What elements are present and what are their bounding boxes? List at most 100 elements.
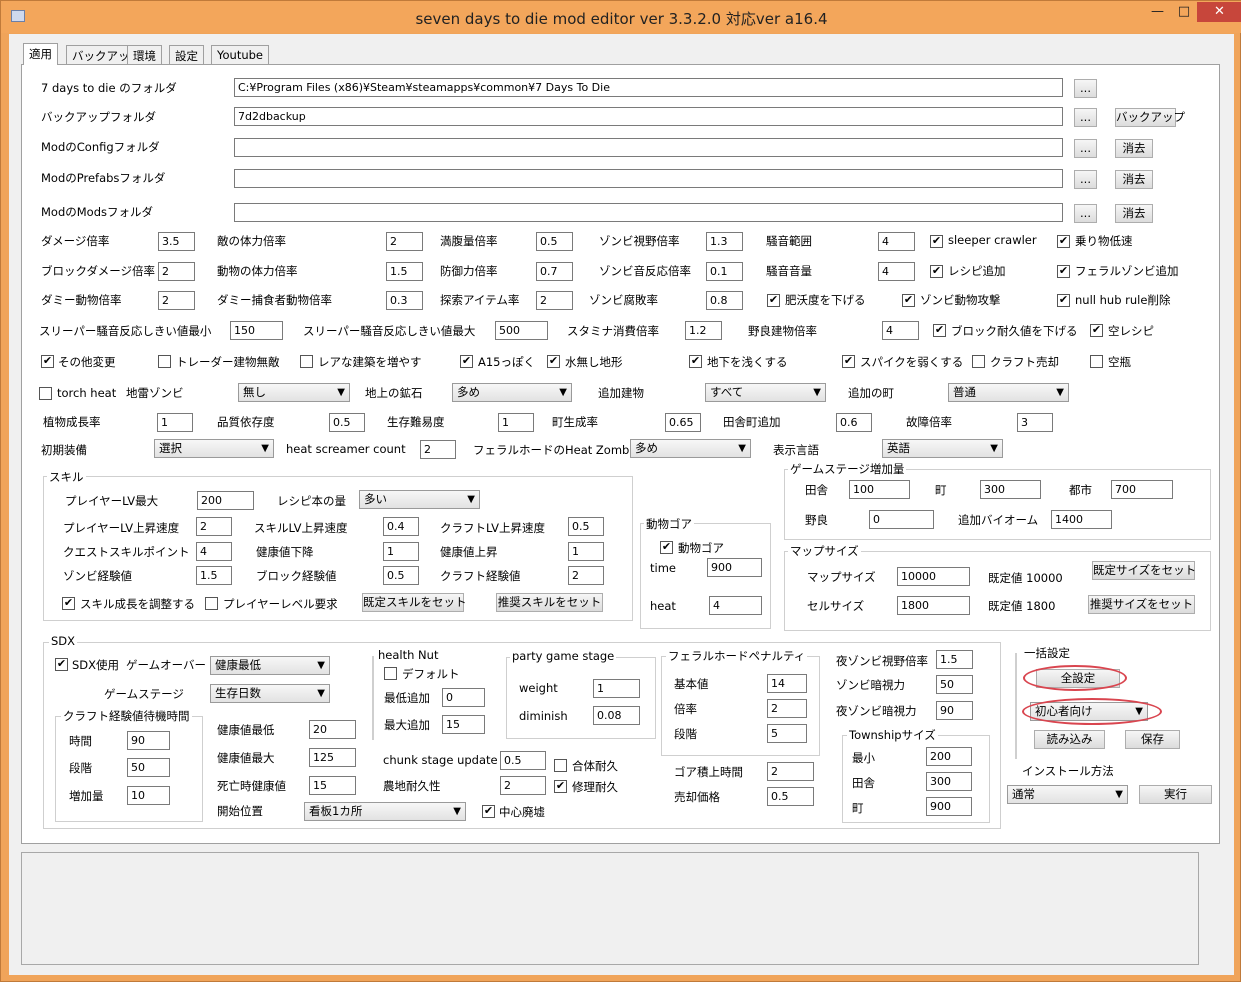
merge-durability-checkbox[interactable] xyxy=(554,759,567,772)
feral-step-input[interactable]: 5 xyxy=(767,724,807,743)
surface-ore-select[interactable]: 多め ▼ xyxy=(452,383,572,402)
defense-mult-input[interactable]: 0.7 xyxy=(536,262,573,281)
animal-hp-mult-input[interactable]: 1.5 xyxy=(386,262,423,281)
craft-step-input[interactable]: 50 xyxy=(127,758,170,777)
block-xp-input[interactable]: 0.5 xyxy=(383,566,419,585)
wild-building-input[interactable]: 4 xyxy=(882,321,919,340)
enemy-hp-mult-input[interactable]: 2 xyxy=(386,232,423,251)
noise-range-input[interactable]: 4 xyxy=(878,232,915,251)
tab-settings[interactable]: 設定 xyxy=(169,45,204,64)
loot-rate-input[interactable]: 2 xyxy=(536,291,573,310)
vehicle-slow-checkbox[interactable]: ✔ xyxy=(1057,235,1070,248)
township-rural-input[interactable]: 300 xyxy=(926,772,972,791)
recommended-size-button[interactable]: 推奨サイズをセット xyxy=(1088,595,1195,614)
minimize-button[interactable]: — xyxy=(1144,2,1171,22)
a15-like-checkbox[interactable]: ✔ xyxy=(460,355,473,368)
repair-durability-checkbox[interactable]: ✔ xyxy=(554,780,567,793)
center-ruins-checkbox[interactable]: ✔ xyxy=(482,805,495,818)
empty-recipe-checkbox[interactable]: ✔ xyxy=(1090,324,1103,337)
sleeper-crawler-checkbox[interactable]: ✔ xyxy=(930,235,943,248)
fertility-checkbox[interactable]: ✔ xyxy=(767,294,780,307)
feral-base-input[interactable]: 14 xyxy=(767,674,807,693)
config-folder-browse-button[interactable]: ... xyxy=(1074,139,1097,158)
zombie-sight-mult-input[interactable]: 1.3 xyxy=(706,232,743,251)
prefabs-folder-input[interactable] xyxy=(234,169,1063,188)
survival-difficulty-input[interactable]: 1 xyxy=(498,413,534,432)
nut-min-input[interactable]: 0 xyxy=(442,688,485,707)
block-damage-mult-input[interactable]: 2 xyxy=(158,262,195,281)
maximize-button[interactable]: □ xyxy=(1171,2,1197,22)
dummy-predator-mult-input[interactable]: 0.3 xyxy=(386,291,423,310)
start-position-select[interactable]: 看板1カ所 ▼ xyxy=(304,802,466,821)
weak-spike-checkbox[interactable]: ✔ xyxy=(842,355,855,368)
extra-building-select[interactable]: すべて ▼ xyxy=(705,383,826,402)
craft-xp-input[interactable]: 2 xyxy=(568,566,604,585)
zombie-xp-input[interactable]: 1.5 xyxy=(196,566,232,585)
install-method-select[interactable]: 通常 ▼ xyxy=(1007,785,1128,804)
party-diminish-input[interactable]: 0.08 xyxy=(593,706,640,725)
gamestage-town-input[interactable]: 300 xyxy=(980,480,1041,499)
zombie-decay-input[interactable]: 0.8 xyxy=(706,291,743,310)
map-size-input[interactable]: 10000 xyxy=(897,567,970,586)
heat-screamer-input[interactable]: 2 xyxy=(420,440,456,459)
tab-apply[interactable]: 適用 xyxy=(23,43,58,65)
satiety-mult-input[interactable]: 0.5 xyxy=(536,232,573,251)
trader-invincible-checkbox[interactable] xyxy=(158,355,171,368)
sell-price-input[interactable]: 0.5 xyxy=(767,787,814,806)
default-size-button[interactable]: 既定サイズをセット xyxy=(1092,561,1196,580)
save-button[interactable]: 保存 xyxy=(1125,730,1180,749)
animal-gore-checkbox[interactable]: ✔ xyxy=(660,541,673,554)
extra-town-select[interactable]: 普通 ▼ xyxy=(948,383,1069,402)
gamestage-wild-input[interactable]: 0 xyxy=(869,510,934,529)
load-button[interactable]: 読み込み xyxy=(1034,730,1105,749)
config-clear-button[interactable]: 消去 xyxy=(1115,139,1153,158)
health-increase-input[interactable]: 1 xyxy=(568,542,604,561)
night-zombie-darkvision-input[interactable]: 90 xyxy=(936,701,973,720)
stamina-mult-input[interactable]: 1.2 xyxy=(685,321,722,340)
zombie-animal-checkbox[interactable]: ✔ xyxy=(902,294,915,307)
recommended-skill-button[interactable]: 推奨スキルをセット xyxy=(496,593,603,612)
tab-environment[interactable]: 環境 xyxy=(127,45,162,64)
mods-folder-input[interactable] xyxy=(234,203,1063,222)
party-weight-input[interactable]: 1 xyxy=(593,679,640,698)
skill-lv-speed-input[interactable]: 0.4 xyxy=(383,517,419,536)
torch-heat-checkbox[interactable] xyxy=(39,387,52,400)
quest-skill-point-input[interactable]: 4 xyxy=(196,542,232,561)
death-health-input[interactable]: 15 xyxy=(309,776,356,795)
health-min-input[interactable]: 20 xyxy=(309,720,356,739)
health-decrease-input[interactable]: 1 xyxy=(383,542,419,561)
feral-mult-input[interactable]: 2 xyxy=(767,699,807,718)
damage-mult-input[interactable]: 3.5 xyxy=(158,232,195,251)
zombie-sound-mult-input[interactable]: 0.1 xyxy=(706,262,743,281)
prefabs-folder-browse-button[interactable]: ... xyxy=(1074,170,1097,189)
tab-youtube[interactable]: Youtube xyxy=(211,45,269,64)
other-change-checkbox[interactable]: ✔ xyxy=(41,355,54,368)
sleeper-max-input[interactable]: 500 xyxy=(495,321,548,340)
township-town-input[interactable]: 900 xyxy=(926,797,972,816)
feral-heat-select[interactable]: 多め ▼ xyxy=(630,439,751,458)
breakdown-mult-input[interactable]: 3 xyxy=(1017,413,1053,432)
plant-growth-input[interactable]: 1 xyxy=(157,413,193,432)
backup-folder-input[interactable]: 7d2dbackup xyxy=(234,107,1063,126)
craft-lv-speed-input[interactable]: 0.5 xyxy=(568,517,604,536)
initial-equipment-select[interactable]: 選択 ▼ xyxy=(154,439,274,458)
craft-sell-checkbox[interactable] xyxy=(972,355,985,368)
mods-clear-button[interactable]: 消去 xyxy=(1115,204,1153,223)
gamestage-city-input[interactable]: 700 xyxy=(1111,480,1173,499)
sdx-gamestage-select[interactable]: 生存日数 ▼ xyxy=(210,684,330,703)
execute-button[interactable]: 実行 xyxy=(1139,785,1212,804)
gamestage-biome-input[interactable]: 1400 xyxy=(1051,510,1112,529)
gore-accumulate-input[interactable]: 2 xyxy=(767,762,814,781)
block-durability-checkbox[interactable]: ✔ xyxy=(933,324,946,337)
display-language-select[interactable]: 英語 ▼ xyxy=(882,439,1003,458)
health-max-input[interactable]: 125 xyxy=(309,748,356,767)
farm-durability-input[interactable]: 2 xyxy=(500,776,546,795)
town-gen-input[interactable]: 0.65 xyxy=(665,413,701,432)
player-lv-speed-input[interactable]: 2 xyxy=(196,517,232,536)
health-nut-default-checkbox[interactable] xyxy=(384,667,397,680)
gore-heat-input[interactable]: 4 xyxy=(709,596,762,615)
township-min-input[interactable]: 200 xyxy=(926,747,972,766)
craft-increase-input[interactable]: 10 xyxy=(127,786,170,805)
gore-time-input[interactable]: 900 xyxy=(707,558,762,577)
chunk-stage-input[interactable]: 0.5 xyxy=(500,751,546,770)
